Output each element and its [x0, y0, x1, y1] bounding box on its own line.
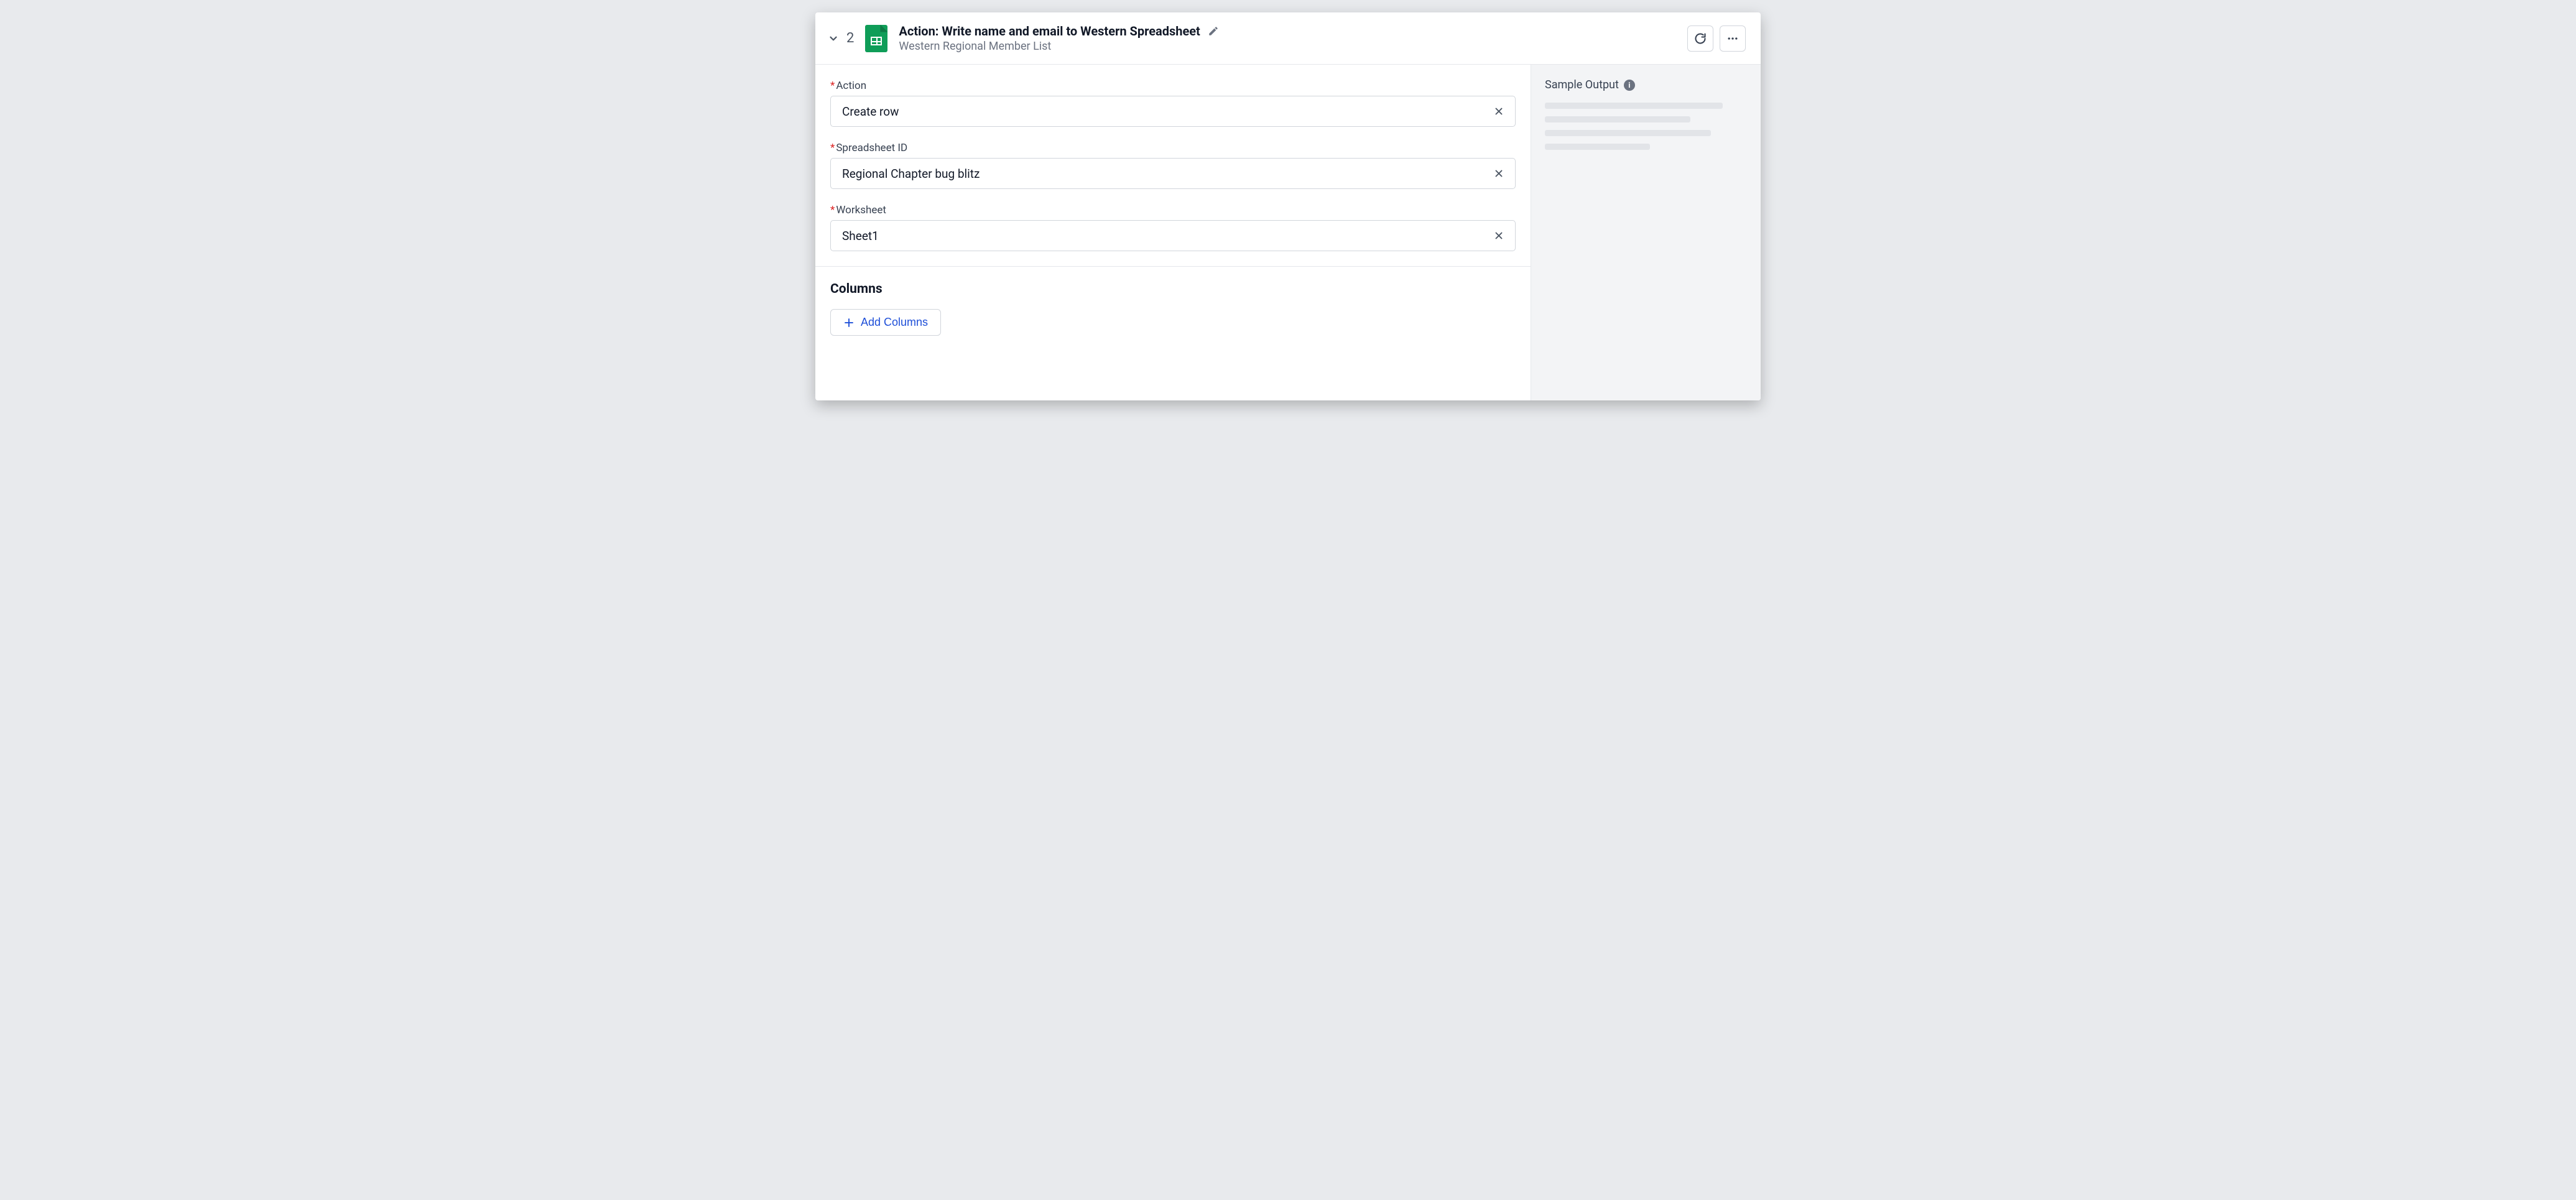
form-area: *Action Create row *Spreadsheet ID Regio…	[815, 65, 1531, 400]
step-number: 2	[846, 30, 854, 46]
edit-title-button[interactable]	[1208, 25, 1219, 37]
action-value: Create row	[842, 104, 1484, 119]
skeleton-line	[1545, 144, 1650, 150]
field-spreadsheet: *Spreadsheet ID Regional Chapter bug bli…	[830, 142, 1516, 189]
card-body: *Action Create row *Spreadsheet ID Regio…	[815, 65, 1761, 400]
field-label-worksheet: *Worksheet	[830, 204, 1516, 216]
clear-spreadsheet-button[interactable]	[1490, 165, 1508, 182]
spreadsheet-select[interactable]: Regional Chapter bug blitz	[830, 158, 1516, 189]
worksheet-value: Sheet1	[842, 229, 1484, 243]
section-divider	[815, 266, 1531, 267]
title-block: Action: Write name and email to Western …	[899, 24, 1687, 53]
refresh-icon	[1694, 32, 1707, 45]
refresh-button[interactable]	[1687, 25, 1713, 52]
google-sheets-icon	[865, 25, 887, 52]
clear-action-button[interactable]	[1490, 103, 1508, 120]
sample-output-panel: Sample Output i	[1531, 65, 1761, 400]
action-step-card: 2 Action: Write name and email to Wester…	[815, 12, 1761, 400]
info-icon: i	[1628, 81, 1630, 90]
worksheet-select[interactable]: Sheet1	[830, 220, 1516, 251]
skeleton-line	[1545, 103, 1723, 109]
sample-output-title: Sample Output	[1545, 78, 1619, 91]
label-text: Action	[836, 80, 866, 92]
field-label-action: *Action	[830, 80, 1516, 92]
pencil-icon	[1208, 25, 1219, 37]
spreadsheet-value: Regional Chapter bug blitz	[842, 167, 1484, 181]
skeleton-line	[1545, 130, 1711, 136]
label-text: Spreadsheet ID	[836, 142, 907, 154]
card-header: 2 Action: Write name and email to Wester…	[815, 12, 1761, 65]
plus-icon	[843, 317, 855, 328]
field-label-spreadsheet: *Spreadsheet ID	[830, 142, 1516, 154]
dots-horizontal-icon	[1726, 32, 1739, 45]
more-menu-button[interactable]	[1720, 25, 1746, 52]
skeleton-line	[1545, 116, 1690, 122]
clear-worksheet-button[interactable]	[1490, 227, 1508, 244]
close-icon	[1493, 168, 1504, 179]
sample-output-info-button[interactable]: i	[1624, 80, 1635, 91]
step-subtitle: Western Regional Member List	[899, 40, 1687, 53]
sample-output-title-row: Sample Output i	[1545, 78, 1747, 91]
label-text: Worksheet	[836, 204, 886, 216]
step-title: Action: Write name and email to Western …	[899, 24, 1200, 39]
columns-section-title: Columns	[830, 282, 1516, 297]
close-icon	[1493, 230, 1504, 241]
field-action: *Action Create row	[830, 80, 1516, 127]
collapse-toggle[interactable]	[827, 32, 840, 45]
chevron-down-icon	[828, 33, 839, 44]
close-icon	[1493, 106, 1504, 117]
action-select[interactable]: Create row	[830, 96, 1516, 127]
add-columns-button[interactable]: Add Columns	[830, 309, 941, 336]
field-worksheet: *Worksheet Sheet1	[830, 204, 1516, 251]
add-columns-label: Add Columns	[861, 316, 928, 329]
header-actions	[1687, 25, 1746, 52]
